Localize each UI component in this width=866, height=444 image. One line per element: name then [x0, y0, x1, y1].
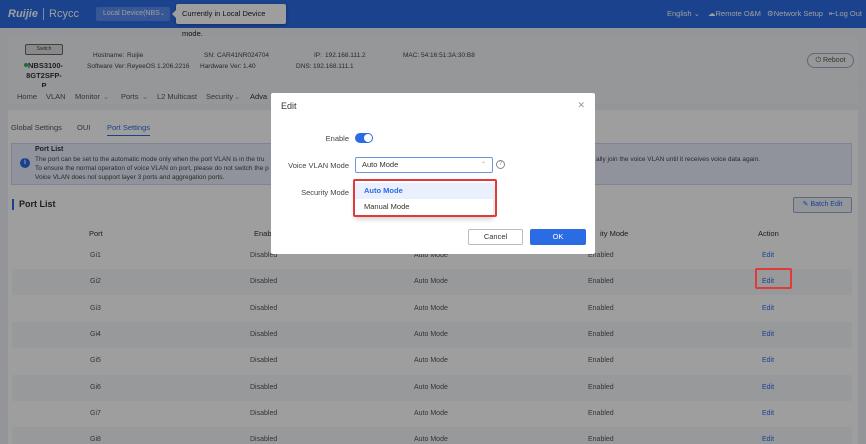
enable-label: Enable [325, 134, 349, 143]
edit-highlight-box [755, 268, 792, 289]
ok-button[interactable]: OK [530, 229, 586, 245]
close-icon[interactable]: ✕ [577, 100, 585, 111]
modal-title: Edit [281, 101, 297, 111]
voice-vlan-mode-label: Voice VLAN Mode [288, 161, 349, 170]
chevron-up-icon: ⌃ [480, 162, 486, 168]
help-icon[interactable]: ? [496, 160, 505, 169]
voice-vlan-mode-select[interactable]: Auto Mode ⌃ [355, 157, 493, 173]
security-mode-label: Security Mode [301, 188, 349, 197]
voice-vlan-mode-value: Auto Mode [362, 160, 399, 169]
dropdown-highlight-box [353, 179, 497, 217]
cancel-button[interactable]: Cancel [468, 229, 523, 245]
edit-modal: Edit ✕ Enable Voice VLAN Mode Auto Mode … [271, 93, 595, 254]
enable-toggle[interactable] [355, 133, 373, 143]
